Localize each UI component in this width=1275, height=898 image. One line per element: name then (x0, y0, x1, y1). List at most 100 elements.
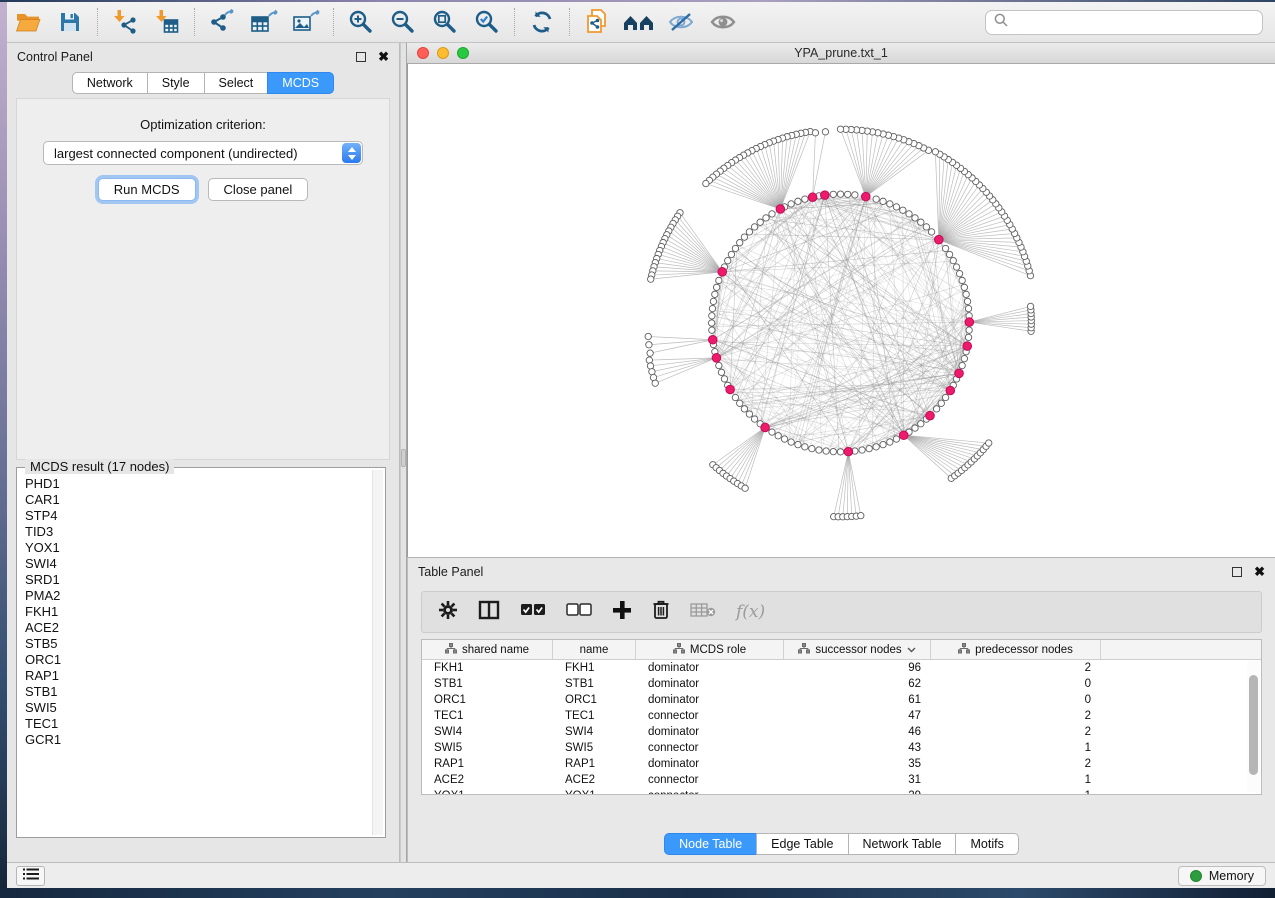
cell-predecessor-nodes[interactable]: 2 (931, 708, 1101, 724)
cell-predecessor-nodes[interactable]: 2 (931, 756, 1101, 772)
tab-network-table[interactable]: Network Table (848, 833, 957, 855)
table-row[interactable]: TEC1TEC1connector472 (422, 708, 1261, 724)
zoom-fit-button[interactable] (429, 6, 461, 38)
table-row[interactable]: SWI5SWI5connector431 (422, 740, 1261, 756)
cell-predecessor-nodes[interactable]: 1 (931, 772, 1101, 788)
mcds-result-item[interactable]: RAP1 (23, 668, 371, 684)
tab-motifs[interactable]: Motifs (955, 833, 1018, 855)
table-scrollbar-thumb[interactable] (1249, 675, 1258, 775)
zoom-out-button[interactable] (387, 6, 419, 38)
mcds-result-item[interactable]: CAR1 (23, 492, 371, 508)
cell-mcds-role[interactable]: dominator (636, 724, 784, 740)
cell-shared-name[interactable]: FKH1 (422, 660, 553, 676)
delete-table-button[interactable] (690, 602, 716, 623)
cell-predecessor-nodes[interactable]: 2 (931, 660, 1101, 676)
deselect-all-button[interactable] (566, 603, 592, 622)
cell-predecessor-nodes[interactable]: 1 (931, 740, 1101, 756)
close-table-panel-icon[interactable]: ✖ (1254, 567, 1265, 577)
mcds-result-item[interactable]: YOX1 (23, 540, 371, 556)
float-table-panel-icon[interactable] (1232, 567, 1242, 577)
mcds-result-item[interactable]: ORC1 (23, 652, 371, 668)
column-header-successor-nodes[interactable]: successor nodes (784, 640, 931, 659)
cell-successor-nodes[interactable]: 96 (784, 660, 931, 676)
tab-node-table[interactable]: Node Table (664, 833, 757, 855)
close-panel-button[interactable]: Close panel (208, 178, 309, 201)
cell-shared-name[interactable]: TEC1 (422, 708, 553, 724)
cell-mcds-role[interactable]: dominator (636, 756, 784, 772)
import-table-button[interactable] (151, 6, 183, 38)
cell-mcds-role[interactable]: dominator (636, 660, 784, 676)
mcds-result-item[interactable]: SWI4 (23, 556, 371, 572)
cell-mcds-role[interactable]: connector (636, 708, 784, 724)
cell-shared-name[interactable]: STB1 (422, 676, 553, 692)
tab-style[interactable]: Style (147, 72, 205, 94)
mcds-result-item[interactable]: GCR1 (23, 732, 371, 748)
select-all-button[interactable] (520, 603, 546, 622)
delete-column-button[interactable] (652, 599, 670, 625)
mcds-list-scrollbar[interactable] (372, 470, 383, 835)
hide-selected-button[interactable] (665, 6, 697, 38)
float-panel-icon[interactable] (356, 52, 366, 62)
cell-shared-name[interactable]: ORC1 (422, 692, 553, 708)
mcds-result-item[interactable]: SRD1 (23, 572, 371, 588)
mcds-result-item[interactable]: STP4 (23, 508, 371, 524)
cell-shared-name[interactable]: SWI5 (422, 740, 553, 756)
memory-button[interactable]: Memory (1178, 866, 1266, 886)
close-panel-icon[interactable]: ✖ (378, 52, 389, 62)
cell-predecessor-nodes[interactable]: 0 (931, 676, 1101, 692)
cell-mcds-role[interactable]: dominator (636, 676, 784, 692)
mcds-result-item[interactable]: FKH1 (23, 604, 371, 620)
panel-splitter[interactable] (400, 43, 407, 862)
cell-predecessor-nodes[interactable]: 0 (931, 692, 1101, 708)
table-scrollbar[interactable] (1247, 661, 1260, 792)
export-table-button[interactable] (248, 6, 280, 38)
export-network-button[interactable] (206, 6, 238, 38)
criterion-select[interactable]: largest connected component (undirected) (43, 141, 363, 165)
zoom-in-button[interactable] (345, 6, 377, 38)
mcds-result-item[interactable]: TEC1 (23, 716, 371, 732)
column-header-shared-name[interactable]: shared name (422, 640, 553, 659)
global-search[interactable] (985, 10, 1263, 35)
cell-predecessor-nodes[interactable]: 2 (931, 724, 1101, 740)
cell-successor-nodes[interactable]: 43 (784, 740, 931, 756)
cell-successor-nodes[interactable]: 29 (784, 788, 931, 795)
cell-successor-nodes[interactable]: 46 (784, 724, 931, 740)
mcds-result-item[interactable]: STB1 (23, 684, 371, 700)
table-row[interactable]: SWI4SWI4dominator462 (422, 724, 1261, 740)
show-columns-button[interactable] (478, 600, 500, 625)
cell-successor-nodes[interactable]: 31 (784, 772, 931, 788)
tab-mcds[interactable]: MCDS (267, 72, 334, 94)
import-network-button[interactable] (109, 6, 141, 38)
cell-name[interactable]: FKH1 (553, 660, 636, 676)
network-window-titlebar[interactable]: YPA_prune.txt_1 (407, 43, 1275, 64)
column-header-name[interactable]: name (553, 640, 636, 659)
mcds-result-item[interactable]: PHD1 (23, 476, 371, 492)
table-row[interactable]: ACE2ACE2connector311 (422, 772, 1261, 788)
mcds-result-item[interactable]: STB5 (23, 636, 371, 652)
table-row[interactable]: RAP1RAP1dominator352 (422, 756, 1261, 772)
table-row[interactable]: YOX1YOX1connector291 (422, 788, 1261, 795)
zoom-selected-button[interactable] (471, 6, 503, 38)
minimize-window-button[interactable] (437, 47, 449, 59)
first-neighbors-button[interactable] (623, 6, 655, 38)
cell-name[interactable]: SWI4 (553, 724, 636, 740)
cell-name[interactable]: SWI5 (553, 740, 636, 756)
function-builder-button[interactable]: f(x) (736, 602, 765, 622)
splitter-handle[interactable] (401, 449, 406, 467)
cell-shared-name[interactable]: SWI4 (422, 724, 553, 740)
task-history-button[interactable] (16, 866, 45, 886)
cell-successor-nodes[interactable]: 62 (784, 676, 931, 692)
add-column-button[interactable] (612, 600, 632, 625)
network-canvas[interactable] (407, 64, 1275, 557)
run-mcds-button[interactable]: Run MCDS (98, 178, 196, 201)
cell-mcds-role[interactable]: connector (636, 740, 784, 756)
cell-name[interactable]: ACE2 (553, 772, 636, 788)
table-row[interactable]: FKH1FKH1dominator962 (422, 660, 1261, 676)
new-network-from-selection-button[interactable] (581, 6, 613, 38)
cell-name[interactable]: TEC1 (553, 708, 636, 724)
tab-select[interactable]: Select (204, 72, 269, 94)
cell-name[interactable]: STB1 (553, 676, 636, 692)
mcds-result-item[interactable]: ACE2 (23, 620, 371, 636)
cell-successor-nodes[interactable]: 35 (784, 756, 931, 772)
cell-predecessor-nodes[interactable]: 1 (931, 788, 1101, 795)
